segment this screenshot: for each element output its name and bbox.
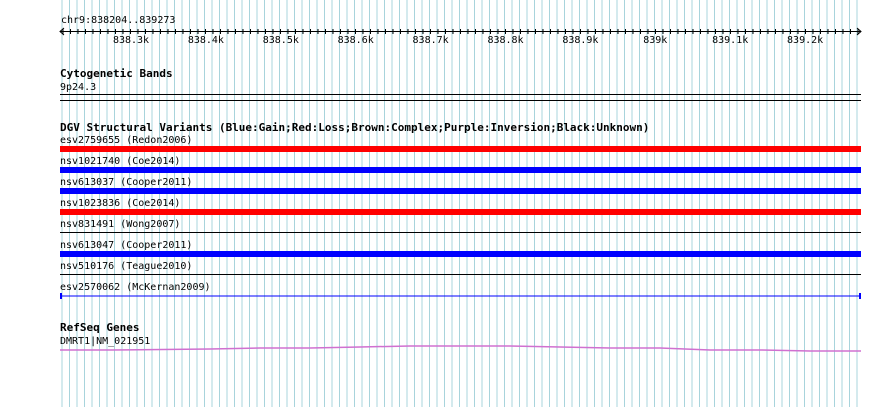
cytoband-bar-top: [60, 94, 861, 95]
dgv-variant-label[interactable]: nsv510176 (Teague2010): [60, 261, 192, 272]
dgv-variant-label[interactable]: esv2759655 (Redon2006): [60, 135, 192, 146]
cytoband-bar-bottom: [60, 100, 861, 101]
refseq-track-title: RefSeq Genes: [60, 321, 140, 334]
dgv-variant-bar[interactable]: [60, 274, 861, 275]
cytoband-label[interactable]: 9p24.3: [60, 82, 96, 93]
dgv-variant-label[interactable]: nsv1021740 (Coe2014): [60, 156, 180, 167]
dgv-variant-bar[interactable]: [60, 209, 861, 215]
dgv-variant-label[interactable]: nsv613047 (Cooper2011): [60, 240, 192, 251]
cytoband-track-title: Cytogenetic Bands: [60, 67, 173, 80]
dgv-variant-bar[interactable]: [60, 251, 861, 257]
dgv-variant-bar[interactable]: [60, 188, 861, 194]
dgv-variant-bar[interactable]: [60, 167, 861, 173]
ruler-marks: [59, 27, 862, 36]
refseq-gene-line: [60, 345, 861, 352]
genome-browser-view: chr9:838204..839273 838.3k 838.4k 838.5k 83…: [0, 0, 890, 407]
refseq-gene-feature[interactable]: [0, 340, 890, 356]
dgv-variant-bar[interactable]: [60, 232, 861, 233]
dgv-variant-label[interactable]: nsv613037 (Cooper2011): [60, 177, 192, 188]
dgv-variant-bar[interactable]: [0, 292, 890, 300]
dgv-variant-label[interactable]: nsv831491 (Wong2007): [60, 219, 180, 230]
dgv-track-title: DGV Structural Variants (Blue:Gain;Red:L…: [60, 121, 650, 134]
dgv-variant-label[interactable]: nsv1023836 (Coe2014): [60, 198, 180, 209]
dgv-variant-bar[interactable]: [60, 146, 861, 152]
